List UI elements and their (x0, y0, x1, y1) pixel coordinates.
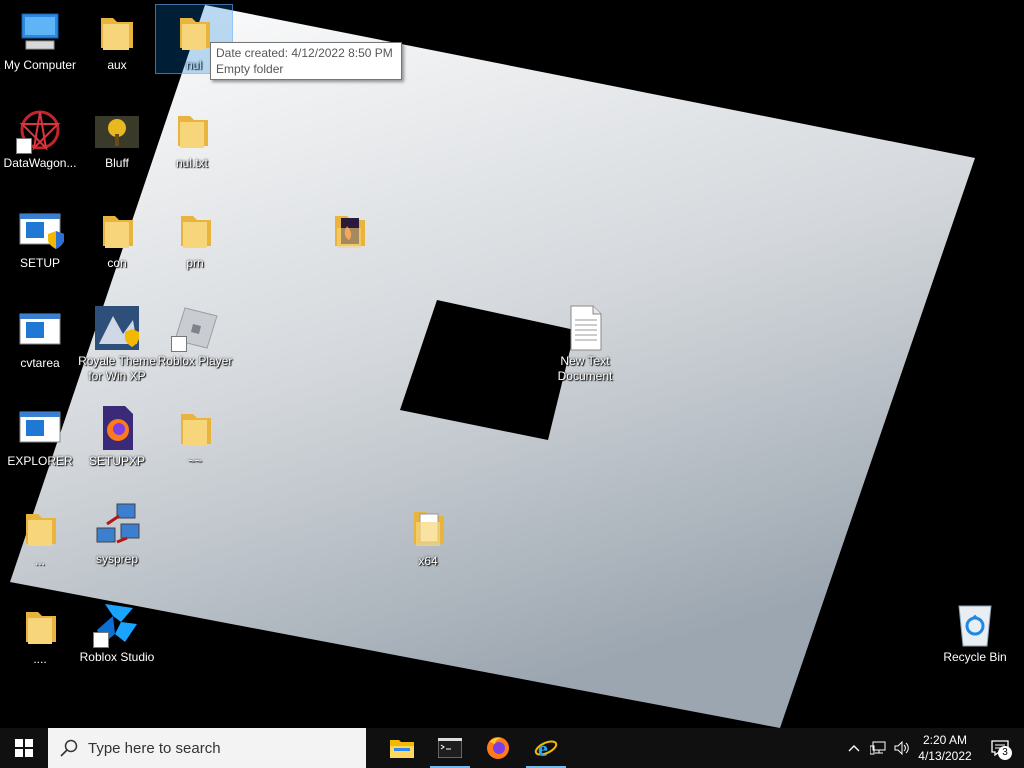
icon-label: SETUPXP (88, 454, 145, 468)
installer-icon (93, 304, 141, 352)
icon-label: ~~ (187, 454, 202, 468)
internet-explorer-icon: e (534, 736, 558, 760)
icon-label: nul.txt (175, 156, 208, 170)
bluff-file[interactable]: Bluff (77, 106, 157, 171)
start-button[interactable] (0, 728, 48, 768)
folder-icon (16, 602, 64, 650)
folder-with-documents-icon (404, 504, 452, 552)
taskbar-command-prompt[interactable] (426, 728, 474, 768)
folder-icon (16, 504, 64, 552)
windows-logo-icon (15, 739, 33, 757)
system-tray: 2:20 AM 4/13/2022 3 (842, 728, 1024, 768)
icon-label: EXPLORER (7, 454, 73, 468)
setupxp-file[interactable]: SETUPXP (77, 404, 157, 469)
icon-label: New Text Document (557, 354, 613, 383)
folder-with-image-icon (325, 206, 373, 254)
command-prompt-icon (438, 738, 462, 758)
folder-icon (171, 206, 219, 254)
cvtarea-program[interactable]: cvtarea (0, 306, 80, 371)
shortcut-arrow-icon (171, 336, 187, 352)
icon-label: ... (34, 554, 45, 568)
taskbar-file-explorer[interactable] (378, 728, 426, 768)
roblox-studio-icon (93, 600, 141, 648)
aux-folder[interactable]: aux (77, 8, 157, 73)
recycle-bin-icon (951, 600, 999, 648)
my-computer-shortcut[interactable]: My Computer (0, 8, 80, 73)
roblox-player-shortcut[interactable]: Roblox Player (155, 304, 235, 369)
icon-label: Royale Theme for Win XP (78, 354, 156, 383)
folder-tooltip: Date created: 4/12/2022 8:50 PM Empty fo… (210, 42, 402, 80)
icon-label: Roblox Studio (79, 650, 155, 664)
text-document-icon (561, 304, 609, 352)
speaker-icon (894, 741, 909, 755)
taskbar-firefox[interactable] (474, 728, 522, 768)
new-text-document[interactable]: New Text Document (545, 304, 625, 384)
network-computers-icon (93, 502, 141, 550)
roblox-player-icon (171, 304, 219, 352)
application-icon (16, 306, 64, 354)
svg-text:e: e (538, 736, 548, 760)
icon-label: .... (33, 652, 47, 666)
icon-label: SETUP (19, 256, 60, 270)
notification-count-badge: 3 (998, 746, 1012, 760)
application-icon (16, 404, 64, 452)
folder-icon (171, 404, 219, 452)
four-dots-folder[interactable]: .... (0, 602, 80, 667)
folder-icon (168, 106, 216, 154)
show-hidden-icons-button[interactable] (842, 728, 866, 768)
icon-label: Bluff (105, 156, 129, 170)
clock-date: 4/13/2022 (918, 749, 972, 763)
shortcut-arrow-icon (16, 138, 32, 154)
setup-program[interactable]: SETUP (0, 206, 80, 271)
nul-txt-folder[interactable]: nul.txt (152, 106, 232, 171)
recycle-bin[interactable]: Recycle Bin (935, 600, 1015, 665)
icon-label: aux (107, 58, 127, 72)
icon-label: prn (186, 256, 204, 270)
icon-label: My Computer (3, 58, 77, 72)
network-tray-button[interactable] (866, 728, 890, 768)
network-icon (870, 741, 886, 755)
folder-icon (93, 206, 141, 254)
taskbar: Type here to search e 2:20 AM 4/13/2022 … (0, 728, 1024, 768)
datawagon-icon (16, 106, 64, 154)
file-explorer-icon (390, 740, 414, 758)
computer-icon (16, 8, 64, 56)
action-center-button[interactable]: 3 (976, 728, 1024, 768)
image-folder[interactable] (309, 206, 389, 254)
prn-folder[interactable]: prn (155, 206, 235, 271)
volume-tray-button[interactable] (890, 728, 914, 768)
firefox-icon (487, 737, 509, 759)
datawagon-shortcut[interactable]: DataWagon... (0, 106, 80, 171)
tooltip-date-created: Date created: 4/12/2022 8:50 PM (216, 46, 393, 60)
firefox-document-icon (93, 404, 141, 452)
folder-icon (93, 8, 141, 56)
royale-theme-installer[interactable]: Royale Theme for Win XP (77, 304, 157, 384)
taskbar-clock[interactable]: 2:20 AM 4/13/2022 (914, 732, 976, 764)
icon-label: Roblox Player (157, 354, 233, 368)
taskbar-internet-explorer[interactable]: e (522, 728, 570, 768)
dots-folder[interactable]: ... (0, 504, 80, 569)
roblox-studio-shortcut[interactable]: Roblox Studio (77, 600, 157, 665)
icon-label: DataWagon... (3, 156, 77, 170)
clock-time: 2:20 AM (922, 733, 968, 747)
icon-label: sysprep (95, 552, 139, 566)
image-thumbnail-icon (93, 106, 141, 154)
search-icon (60, 739, 78, 757)
chevron-up-icon (848, 745, 860, 752)
icon-label: x64 (418, 554, 438, 568)
taskbar-search-box[interactable]: Type here to search (48, 728, 366, 768)
application-shield-icon (16, 206, 64, 254)
explorer-program[interactable]: EXPLORER (0, 404, 80, 469)
shortcut-arrow-icon (93, 632, 109, 648)
search-placeholder: Type here to search (88, 739, 221, 757)
icon-label: con (107, 256, 127, 270)
x64-folder[interactable]: x64 (388, 504, 468, 569)
icon-label: cvtarea (20, 356, 60, 370)
icon-label: Recycle Bin (943, 650, 1007, 664)
tooltip-folder-status: Empty folder (216, 62, 284, 76)
tilde-folder[interactable]: ~~ (155, 404, 235, 469)
con-folder[interactable]: con (77, 206, 157, 271)
sysprep-program[interactable]: sysprep (77, 502, 157, 567)
